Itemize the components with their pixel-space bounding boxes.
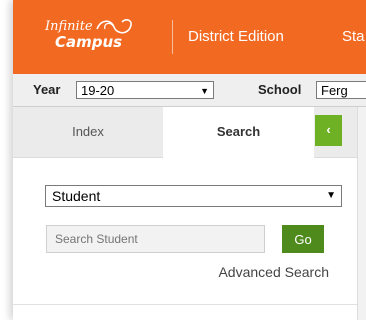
main-area-edge [357, 107, 366, 320]
tab-search[interactable]: Search [163, 107, 314, 158]
school-select-value: Ferg [321, 83, 348, 98]
year-select-value: 19-20 [81, 83, 115, 98]
header-truncated-label: Sta [342, 28, 365, 45]
year-select[interactable]: 19-20 ▼ [76, 81, 214, 99]
nav-tabs: Index Search ‹ [13, 107, 366, 158]
edition-label: District Edition [188, 28, 284, 45]
school-select[interactable]: Ferg [316, 81, 366, 99]
school-label: School [258, 82, 302, 97]
chevron-down-icon: ▼ [200, 86, 209, 96]
infinite-campus-logo[interactable]: Infinite Campus [45, 19, 157, 53]
search-type-select[interactable]: Student ▼ [45, 185, 342, 207]
go-button[interactable]: Go [282, 225, 324, 253]
year-label: Year [33, 82, 61, 97]
context-toolbar: Year 19-20 ▼ School Ferg [13, 74, 366, 107]
logo-text-campus: Campus [55, 33, 123, 51]
app-frame: Infinite Campus District Edition Sta Yea… [13, 0, 366, 320]
advanced-search-link[interactable]: Advanced Search [186, 263, 329, 281]
chevron-left-icon: ‹ [326, 122, 331, 137]
panel-divider [13, 304, 357, 305]
chevron-down-icon: ▼ [326, 190, 336, 201]
tab-index[interactable]: Index [13, 107, 163, 157]
app-header: Infinite Campus District Edition Sta [13, 0, 366, 74]
search-input[interactable] [46, 225, 265, 253]
collapse-panel-button[interactable]: ‹ [315, 115, 342, 146]
search-type-value: Student [52, 188, 101, 204]
header-divider [172, 20, 173, 54]
